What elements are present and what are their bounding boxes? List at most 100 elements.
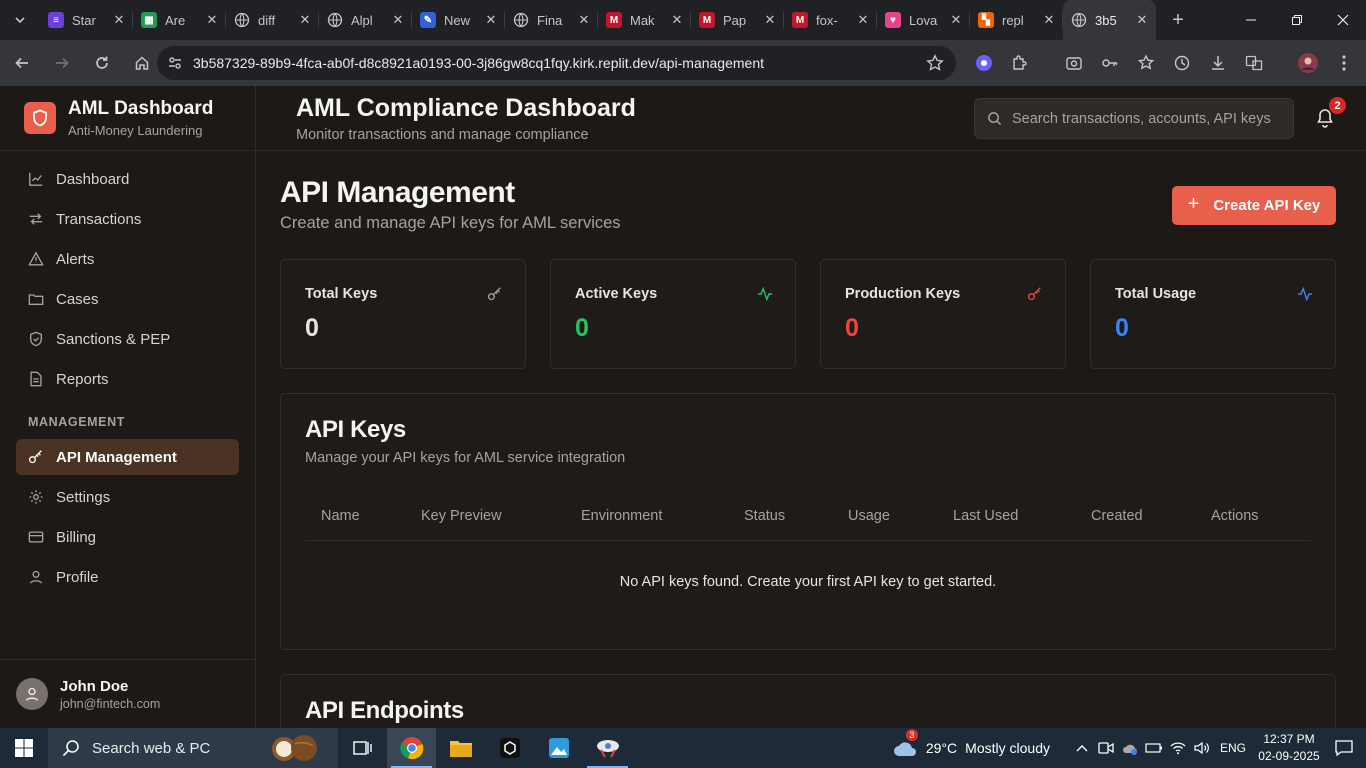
tab-close-icon[interactable]: ✕ — [669, 12, 685, 28]
taskbar-chrome[interactable] — [387, 728, 436, 768]
search-box[interactable] — [974, 98, 1294, 139]
extensions-menu-button[interactable] — [1002, 40, 1038, 86]
extension-button[interactable] — [966, 40, 1002, 86]
sidebar-item-dashboard[interactable]: Dashboard — [16, 161, 239, 197]
close-window-button[interactable] — [1320, 0, 1366, 40]
search-icon — [988, 112, 1002, 126]
create-api-key-label: Create API Key — [1213, 197, 1321, 214]
stat-card-active-keys: Active Keys 0 — [550, 259, 796, 369]
create-api-key-button[interactable]: + Create API Key — [1172, 186, 1336, 225]
stat-value: 0 — [305, 314, 319, 342]
wifi-button[interactable] — [1166, 741, 1190, 755]
favorites-button[interactable] — [1128, 40, 1164, 86]
action-center-button[interactable] — [1322, 740, 1366, 756]
column-header-usage[interactable]: Usage — [848, 508, 890, 524]
sidebar-item-transactions[interactable]: Transactions — [16, 201, 239, 237]
tab-close-icon[interactable]: ✕ — [297, 12, 313, 28]
downloads-button[interactable] — [1200, 40, 1236, 86]
back-button[interactable] — [4, 45, 40, 81]
start-button[interactable] — [0, 728, 48, 768]
sidebar-item-settings[interactable]: Settings — [16, 479, 239, 515]
history-button[interactable] — [1164, 40, 1200, 86]
sidebar-item-profile[interactable]: Profile — [16, 559, 239, 595]
tab-close-icon[interactable]: ✕ — [111, 12, 127, 28]
translate-button[interactable] — [1236, 40, 1272, 86]
tab-close-icon[interactable]: ✕ — [483, 12, 499, 28]
url-text[interactable]: 3b587329-89b9-4fca-ab0f-d8c8921a0193-00-… — [193, 55, 764, 71]
column-header-last-used[interactable]: Last Used — [953, 508, 1018, 524]
browser-tab[interactable]: ♥ Lova ✕ — [877, 0, 970, 40]
notification-badge: 2 — [1329, 97, 1346, 114]
browser-tab[interactable]: Alpl ✕ — [319, 0, 412, 40]
nav-section-label: MANAGEMENT — [28, 415, 125, 429]
column-header-status[interactable]: Status — [744, 508, 785, 524]
clock[interactable]: 12:37 PM 02-09-2025 — [1256, 731, 1322, 765]
sidebar-item-api-management[interactable]: API Management — [16, 439, 239, 475]
browser-tab[interactable]: 3b5 ✕ — [1063, 0, 1156, 40]
browser-tab[interactable]: M Mak ✕ — [598, 0, 691, 40]
tab-close-icon[interactable]: ✕ — [576, 12, 592, 28]
restore-button[interactable] — [1274, 0, 1320, 40]
home-button[interactable] — [124, 45, 160, 81]
search-input[interactable] — [1012, 110, 1284, 127]
tab-close-icon[interactable]: ✕ — [762, 12, 778, 28]
sidebar-item-alerts[interactable]: Alerts — [16, 241, 239, 277]
network-status-button[interactable] — [1118, 741, 1142, 755]
tab-close-icon[interactable]: ✕ — [948, 12, 964, 28]
browser-tab[interactable]: M Pap ✕ — [691, 0, 784, 40]
table-header: Name Key Preview Environment Status Usage Las… — [305, 494, 1311, 541]
browser-tab[interactable]: ✎ New ✕ — [412, 0, 505, 40]
taskbar-file-explorer[interactable] — [436, 728, 485, 768]
browser-tab[interactable]: Mfox- ✕ — [784, 0, 877, 40]
column-header-name[interactable]: Name — [321, 508, 360, 524]
address-bar[interactable]: 3b587329-89b9-4fca-ab0f-d8c8921a0193-00-… — [157, 46, 956, 80]
sidebar-item-billing[interactable]: Billing — [16, 519, 239, 555]
forward-button[interactable] — [44, 45, 80, 81]
screen-capture-button[interactable] — [1056, 40, 1092, 86]
browser-tab[interactable]: diff ✕ — [226, 0, 319, 40]
tab-close-icon[interactable]: ✕ — [390, 12, 406, 28]
reload-button[interactable] — [84, 45, 120, 81]
task-view-button[interactable] — [338, 728, 387, 768]
browser-tab[interactable]: ≡ Star ✕ — [40, 0, 133, 40]
password-button[interactable] — [1092, 40, 1128, 86]
tab-close-icon[interactable]: ✕ — [1134, 12, 1150, 28]
sidebar-item-cases[interactable]: Cases — [16, 281, 239, 317]
tab-close-icon[interactable]: ✕ — [204, 12, 220, 28]
column-header-key-preview[interactable]: Key Preview — [421, 508, 502, 524]
search-icon — [62, 740, 79, 757]
weather-widget[interactable]: 3 29°C Mostly cloudy — [892, 729, 1050, 758]
globe-icon — [513, 12, 529, 28]
column-header-environment[interactable]: Environment — [581, 508, 662, 524]
key-icon — [28, 450, 42, 464]
star-list-icon — [1137, 54, 1155, 70]
browser-tab[interactable]: Fina ✕ — [505, 0, 598, 40]
new-tab-button[interactable]: + — [1160, 0, 1196, 40]
volume-button[interactable] — [1190, 741, 1214, 755]
tab-close-icon[interactable]: ✕ — [855, 12, 871, 28]
browser-tab[interactable]: ▦ Are ✕ — [133, 0, 226, 40]
site-info-icon[interactable] — [167, 55, 183, 71]
show-hidden-icons-button[interactable] — [1070, 744, 1094, 752]
battery-button[interactable] — [1142, 742, 1166, 754]
sidebar-item-sanctions-and-pep[interactable]: Sanctions & PEP — [16, 321, 239, 357]
tab-search-button[interactable] — [0, 0, 40, 40]
taskbar-snipping-tool[interactable] — [583, 728, 632, 768]
tab-close-icon[interactable]: ✕ — [1041, 12, 1057, 28]
column-header-actions[interactable]: Actions — [1211, 508, 1259, 524]
browser-menu-button[interactable] — [1326, 40, 1362, 86]
input-language[interactable]: ENG — [1220, 741, 1246, 755]
column-header-created[interactable]: Created — [1091, 508, 1143, 524]
key-icon — [1102, 59, 1118, 67]
taskbar-app-cube[interactable] — [485, 728, 534, 768]
sidebar-item-reports[interactable]: Reports — [16, 361, 239, 397]
minimize-button[interactable] — [1228, 0, 1274, 40]
browser-tab[interactable]: ▚ repl ✕ — [970, 0, 1063, 40]
arrows-icon — [29, 213, 43, 225]
taskbar-photo-app[interactable] — [534, 728, 583, 768]
taskbar-search[interactable]: Search web & PC — [48, 728, 338, 768]
profile-button[interactable] — [1290, 40, 1326, 86]
meet-now-button[interactable] — [1094, 741, 1118, 755]
bookmark-star-icon[interactable] — [926, 54, 944, 72]
user-profile[interactable]: John Doe john@fintech.com — [0, 659, 255, 728]
